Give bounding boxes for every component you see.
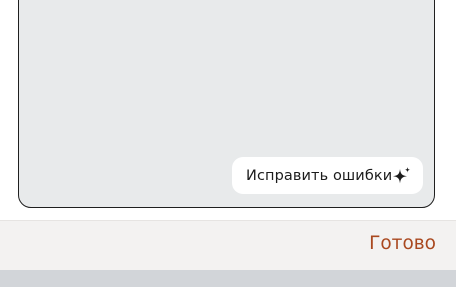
keyboard-accessory-bar: Готово bbox=[0, 220, 456, 271]
screen: Исправить ошибки Готово bbox=[0, 0, 456, 287]
fix-errors-label: Исправить ошибки bbox=[246, 167, 393, 184]
done-button[interactable]: Готово bbox=[369, 233, 436, 254]
sparkle-icon bbox=[392, 166, 412, 186]
fix-errors-button[interactable]: Исправить ошибки bbox=[232, 157, 423, 194]
keyboard-area bbox=[0, 270, 456, 287]
